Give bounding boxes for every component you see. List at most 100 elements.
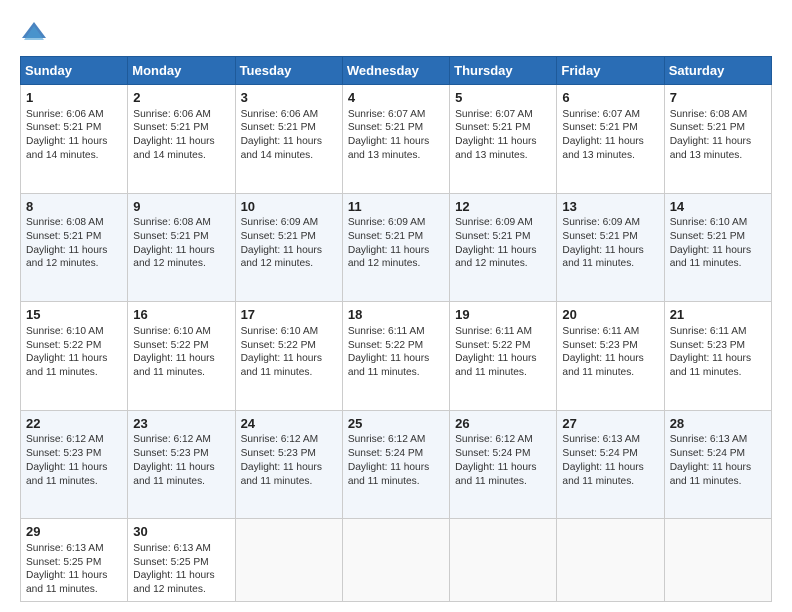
- sunrise-label: Sunrise: 6:06 AM: [26, 109, 104, 120]
- daylight-label: Daylight: 11 hours and 13 minutes.: [562, 136, 643, 161]
- sunrise-label: Sunrise: 6:07 AM: [455, 109, 533, 120]
- daylight-label: Daylight: 11 hours and 14 minutes.: [241, 136, 322, 161]
- daylight-label: Daylight: 11 hours and 11 minutes.: [241, 462, 322, 487]
- day-number: 8: [26, 198, 122, 216]
- daylight-label: Daylight: 11 hours and 12 minutes.: [241, 245, 322, 270]
- day-number: 2: [133, 89, 229, 107]
- calendar-cell: 6 Sunrise: 6:07 AM Sunset: 5:21 PM Daylight…: [557, 85, 664, 194]
- sunset-label: Sunset: 5:23 PM: [670, 340, 745, 351]
- day-number: 17: [241, 306, 337, 324]
- calendar-cell: 28Sunrise: 6:13 AMSunset: 5:24 PMDayligh…: [664, 410, 771, 519]
- calendar-cell: [450, 519, 557, 602]
- sunrise-label: Sunrise: 6:10 AM: [670, 217, 748, 228]
- weekday-header-row: SundayMondayTuesdayWednesdayThursdayFrid…: [21, 57, 772, 85]
- day-number: 12: [455, 198, 551, 216]
- sunset-label: Sunset: 5:23 PM: [241, 448, 316, 459]
- day-number: 14: [670, 198, 766, 216]
- day-number: 6: [562, 89, 658, 107]
- daylight-label: Daylight: 11 hours and 13 minutes.: [670, 136, 751, 161]
- sunrise-label: Sunrise: 6:12 AM: [455, 434, 533, 445]
- daylight-label: Daylight: 11 hours and 11 minutes.: [26, 462, 107, 487]
- sunrise-label: Sunrise: 6:09 AM: [348, 217, 426, 228]
- calendar-cell: 15Sunrise: 6:10 AMSunset: 5:22 PMDayligh…: [21, 302, 128, 411]
- daylight-label: Daylight: 11 hours and 11 minutes.: [670, 462, 751, 487]
- day-number: 23: [133, 415, 229, 433]
- calendar-cell: 12Sunrise: 6:09 AMSunset: 5:21 PMDayligh…: [450, 193, 557, 302]
- sunrise-label: Sunrise: 6:10 AM: [133, 326, 211, 337]
- sunset-label: Sunset: 5:21 PM: [562, 122, 637, 133]
- sunset-label: Sunset: 5:24 PM: [348, 448, 423, 459]
- calendar-cell: 5Sunrise: 6:07 AMSunset: 5:21 PMDaylight…: [450, 85, 557, 194]
- sunrise-label: Sunrise: 6:11 AM: [670, 326, 747, 337]
- calendar-cell: [664, 519, 771, 602]
- calendar-cell: 3Sunrise: 6:06 AMSunset: 5:21 PMDaylight…: [235, 85, 342, 194]
- logo-icon: [20, 18, 48, 46]
- sunrise-label: Sunrise: 6:13 AM: [562, 434, 640, 445]
- sunrise-label: Sunrise: 6:09 AM: [241, 217, 319, 228]
- calendar-cell: 23Sunrise: 6:12 AMSunset: 5:23 PMDayligh…: [128, 410, 235, 519]
- calendar-cell: 26Sunrise: 6:12 AMSunset: 5:24 PMDayligh…: [450, 410, 557, 519]
- page: SundayMondayTuesdayWednesdayThursdayFrid…: [0, 0, 792, 612]
- sunset-label: Sunset: 5:24 PM: [670, 448, 745, 459]
- sunset-label: Sunset: 5:23 PM: [562, 340, 637, 351]
- weekday-header-tuesday: Tuesday: [235, 57, 342, 85]
- calendar-table: SundayMondayTuesdayWednesdayThursdayFrid…: [20, 56, 772, 602]
- sunset-label: Sunset: 5:21 PM: [670, 122, 745, 133]
- day-number: 29: [26, 523, 122, 541]
- sunset-label: Sunset: 5:21 PM: [455, 231, 530, 242]
- sunset-label: Sunset: 5:23 PM: [133, 448, 208, 459]
- calendar-cell: 9Sunrise: 6:08 AMSunset: 5:21 PMDaylight…: [128, 193, 235, 302]
- sunset-label: Sunset: 5:22 PM: [241, 340, 316, 351]
- day-number: 16: [133, 306, 229, 324]
- day-number: 15: [26, 306, 122, 324]
- daylight-label: Daylight: 11 hours and 13 minutes.: [348, 136, 429, 161]
- calendar-cell: 14Sunrise: 6:10 AMSunset: 5:21 PMDayligh…: [664, 193, 771, 302]
- daylight-label: Daylight: 11 hours and 12 minutes.: [348, 245, 429, 270]
- sunrise-label: Sunrise: 6:09 AM: [455, 217, 533, 228]
- daylight-label: Daylight: 11 hours and 12 minutes.: [26, 245, 107, 270]
- calendar-week-3: 15 Sunrise: 6:10 AM Sunset: 5:22 PM Dayligh…: [21, 302, 772, 411]
- calendar-cell: 10Sunrise: 6:09 AMSunset: 5:21 PMDayligh…: [235, 193, 342, 302]
- sunrise-label: Sunrise: 6:12 AM: [241, 434, 319, 445]
- calendar-cell: 4Sunrise: 6:07 AMSunset: 5:21 PMDaylight…: [342, 85, 449, 194]
- sunrise-label: Sunrise: 6:09 AM: [562, 217, 640, 228]
- sunset-label: Sunset: 5:22 PM: [26, 340, 101, 351]
- sunrise-label: Sunrise: 6:08 AM: [133, 217, 211, 228]
- day-number: 18: [348, 306, 444, 324]
- daylight-label: Daylight: 11 hours and 11 minutes.: [562, 353, 643, 378]
- sunset-label: Sunset: 5:21 PM: [133, 122, 208, 133]
- day-number: 4: [348, 89, 444, 107]
- calendar-cell: 22Sunrise: 6:12 AMSunset: 5:23 PMDayligh…: [21, 410, 128, 519]
- daylight-label: Daylight: 11 hours and 11 minutes.: [348, 353, 429, 378]
- sunset-label: Sunset: 5:21 PM: [455, 122, 530, 133]
- sunrise-label: Sunrise: 6:12 AM: [348, 434, 426, 445]
- day-number: 20: [562, 306, 658, 324]
- calendar-cell: 20 Sunrise: 6:11 AM Sunset: 5:23 PM Dayligh…: [557, 302, 664, 411]
- daylight-label: Daylight: 11 hours and 11 minutes.: [562, 462, 643, 487]
- sunrise-label: Sunrise: 6:11 AM: [562, 326, 639, 337]
- logo: [20, 18, 54, 46]
- day-number: 27: [562, 415, 658, 433]
- weekday-header-friday: Friday: [557, 57, 664, 85]
- calendar-cell: 19Sunrise: 6:11 AMSunset: 5:22 PMDayligh…: [450, 302, 557, 411]
- sunset-label: Sunset: 5:25 PM: [26, 557, 101, 568]
- calendar-cell: 30Sunrise: 6:13 AMSunset: 5:25 PMDayligh…: [128, 519, 235, 602]
- header: [20, 18, 772, 46]
- calendar-cell: 8Sunrise: 6:08 AMSunset: 5:21 PMDaylight…: [21, 193, 128, 302]
- calendar-cell: 13Sunrise: 6:09 AMSunset: 5:21 PMDayligh…: [557, 193, 664, 302]
- daylight-label: Daylight: 11 hours and 11 minutes.: [562, 245, 643, 270]
- calendar-cell: [557, 519, 664, 602]
- sunrise-label: Sunrise: 6:12 AM: [133, 434, 211, 445]
- day-number: 11: [348, 198, 444, 216]
- daylight-label: Daylight: 11 hours and 11 minutes.: [133, 353, 214, 378]
- sunrise-label: Sunrise: 6:07 AM: [348, 109, 426, 120]
- weekday-header-thursday: Thursday: [450, 57, 557, 85]
- calendar-cell: 1Sunrise: 6:06 AMSunset: 5:21 PMDaylight…: [21, 85, 128, 194]
- sunrise-label: Sunrise: 6:07 AM: [562, 109, 640, 120]
- sunset-label: Sunset: 5:21 PM: [26, 231, 101, 242]
- sunset-label: Sunset: 5:23 PM: [26, 448, 101, 459]
- sunrise-label: Sunrise: 6:12 AM: [26, 434, 104, 445]
- daylight-label: Daylight: 11 hours and 13 minutes.: [455, 136, 536, 161]
- weekday-header-saturday: Saturday: [664, 57, 771, 85]
- day-number: 13: [562, 198, 658, 216]
